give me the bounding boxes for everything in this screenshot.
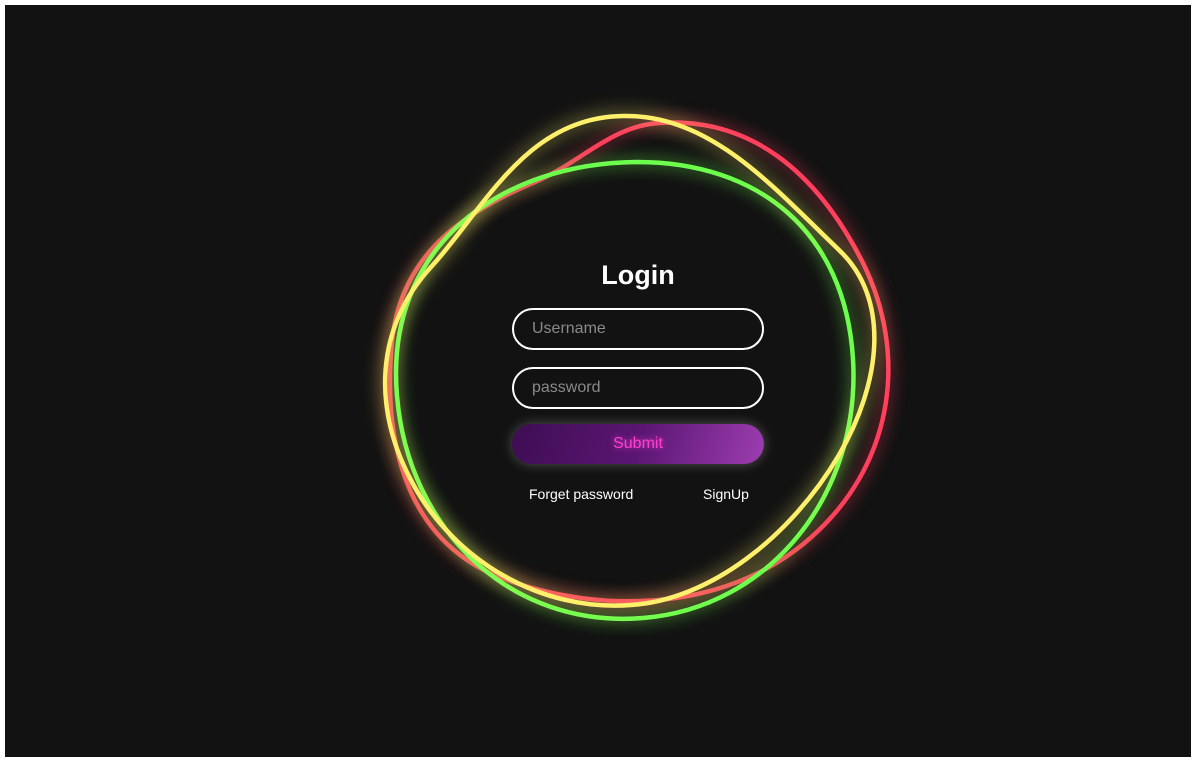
signup-link[interactable]: SignUp — [703, 485, 749, 503]
username-input[interactable] — [512, 308, 764, 350]
login-form: Login Submit Forget password SignUp — [512, 258, 764, 502]
password-input[interactable] — [512, 367, 764, 409]
login-page: Login Submit Forget password SignUp — [5, 5, 1191, 757]
login-title: Login — [601, 260, 675, 290]
submit-button[interactable]: Submit — [512, 424, 764, 464]
login-links: Forget password SignUp — [512, 485, 764, 503]
forget-password-link[interactable]: Forget password — [529, 485, 633, 503]
